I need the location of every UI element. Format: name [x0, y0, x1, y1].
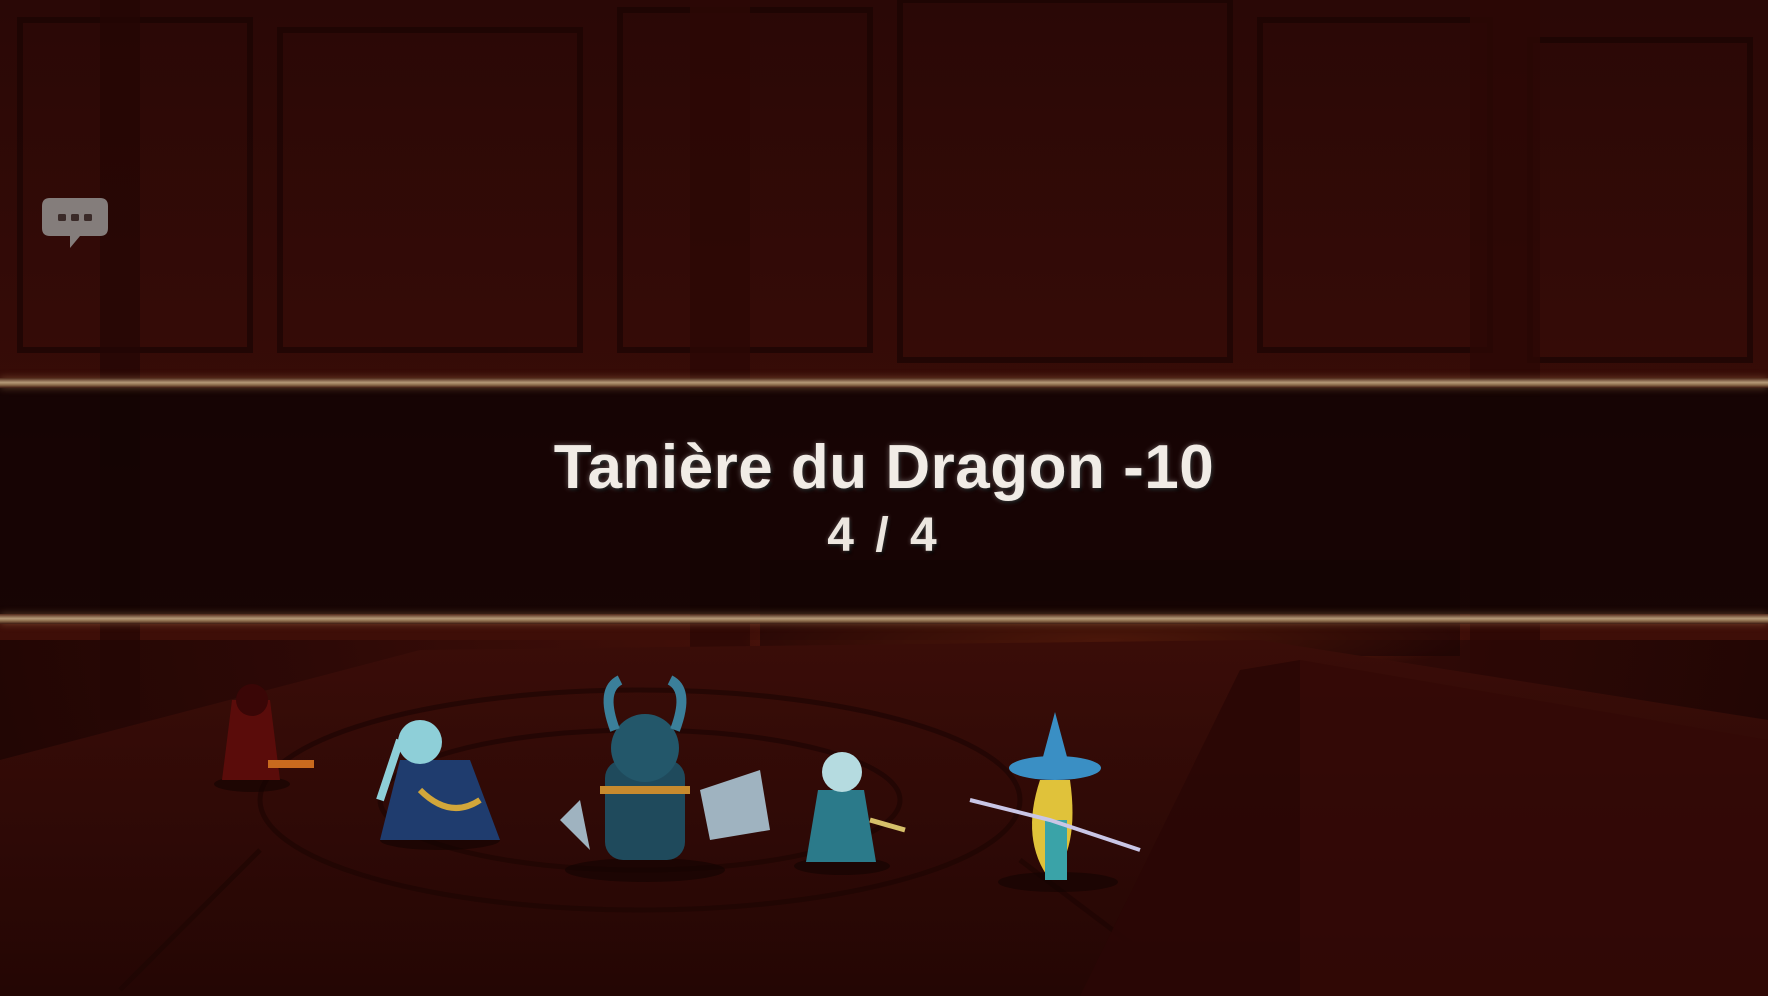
wave-counter: 4 / 4 [827, 509, 941, 562]
monster-witch [969, 712, 1141, 892]
chat-button[interactable] [40, 194, 110, 252]
battle-scene: Tanière du Dragon -10 4 / 4 [0, 0, 1768, 996]
chat-bubble-icon [42, 198, 108, 248]
banner-bottom-trim [0, 614, 1768, 624]
stage-title: Tanière du Dragon -10 [553, 433, 1215, 502]
stage-banner: Tanière du Dragon -10 4 / 4 [0, 378, 1768, 624]
monster-ice-fairy [794, 752, 906, 875]
monster-red-warrior [214, 684, 314, 792]
monster-horned-beast [560, 675, 770, 882]
monster-blue-mage [376, 720, 500, 850]
banner-top-trim [0, 378, 1768, 388]
